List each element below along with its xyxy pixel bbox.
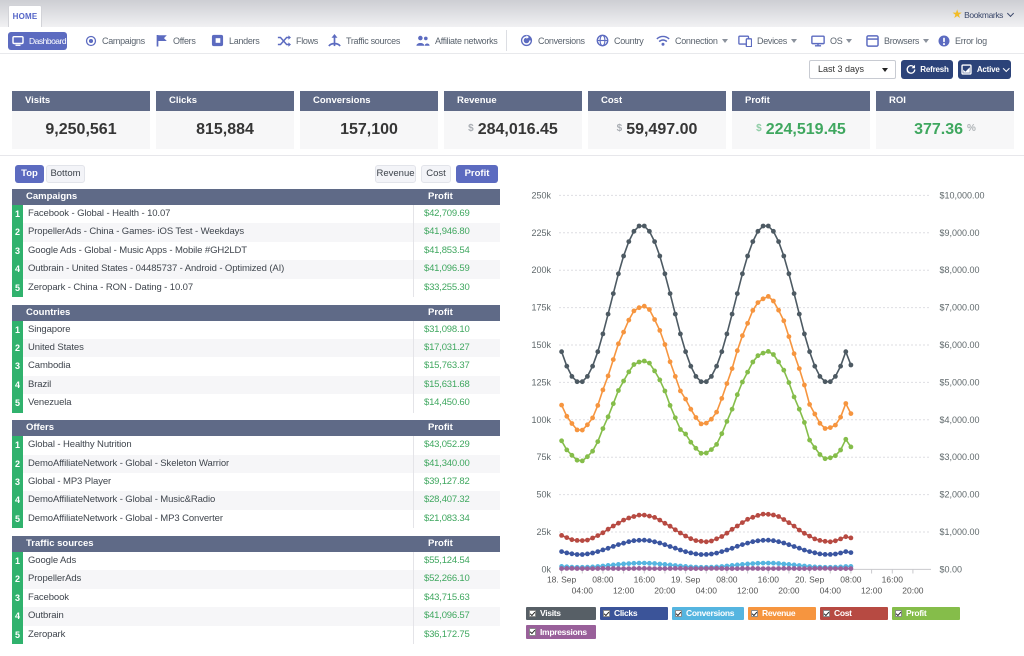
svg-text:100k: 100k [531,415,551,425]
svg-text:50k: 50k [536,490,551,500]
svg-text:225k: 225k [531,228,551,238]
svg-text:$9,000.00: $9,000.00 [940,228,980,238]
svg-text:18. Sep: 18. Sep [547,575,577,585]
svg-text:$4,000.00: $4,000.00 [940,415,980,425]
svg-text:19. Sep: 19. Sep [671,575,701,585]
svg-text:08:00: 08:00 [840,575,862,585]
svg-text:$2,000.00: $2,000.00 [940,490,980,500]
svg-text:175k: 175k [531,303,551,313]
svg-text:150k: 150k [531,340,551,350]
svg-text:04:00: 04:00 [572,586,594,596]
svg-text:$10,000.00: $10,000.00 [940,190,985,200]
svg-text:08:00: 08:00 [716,575,738,585]
svg-text:200k: 200k [531,265,551,275]
svg-text:16:00: 16:00 [882,575,904,585]
svg-text:$6,000.00: $6,000.00 [940,340,980,350]
svg-text:25k: 25k [536,527,551,537]
svg-text:04:00: 04:00 [820,586,842,596]
svg-text:75k: 75k [536,452,551,462]
svg-text:$1,000.00: $1,000.00 [940,527,980,537]
svg-text:16:00: 16:00 [758,575,780,585]
svg-text:250k: 250k [531,190,551,200]
svg-text:125k: 125k [531,377,551,387]
svg-text:$5,000.00: $5,000.00 [940,377,980,387]
svg-text:12:00: 12:00 [613,586,635,596]
svg-text:20:00: 20:00 [902,586,924,596]
svg-text:08:00: 08:00 [592,575,614,585]
svg-text:$8,000.00: $8,000.00 [940,265,980,275]
svg-text:$0.00: $0.00 [940,564,963,574]
svg-text:12:00: 12:00 [737,586,759,596]
svg-text:0k: 0k [541,564,551,574]
svg-text:20:00: 20:00 [778,586,800,596]
svg-text:$3,000.00: $3,000.00 [940,452,980,462]
svg-text:04:00: 04:00 [696,586,718,596]
svg-text:20. Sep: 20. Sep [795,575,825,585]
svg-text:16:00: 16:00 [634,575,656,585]
svg-text:12:00: 12:00 [861,586,883,596]
svg-text:$7,000.00: $7,000.00 [940,303,980,313]
svg-text:20:00: 20:00 [654,586,676,596]
